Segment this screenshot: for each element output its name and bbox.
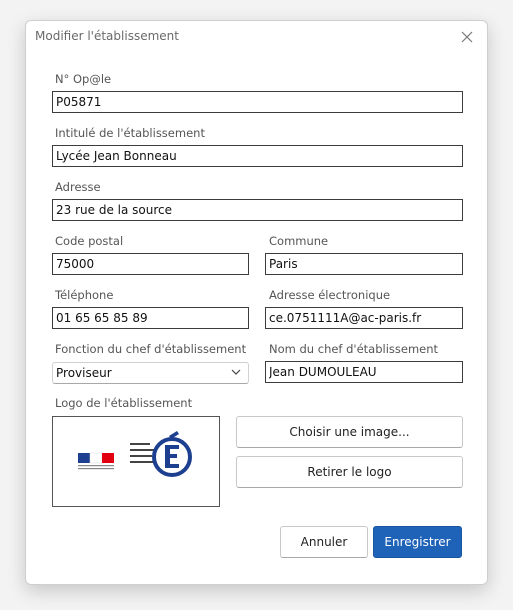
email-label: Adresse électronique — [269, 288, 391, 302]
chevron-down-icon — [231, 369, 241, 375]
city-label: Commune — [269, 234, 329, 248]
choose-image-button[interactable]: Choisir une image... — [236, 416, 463, 448]
dialog-titlebar: Modifier l'établissement — [26, 21, 487, 53]
edit-establishment-dialog: Modifier l'établissement N° Op@le Intitu… — [25, 20, 488, 585]
dialog-title: Modifier l'établissement — [35, 29, 179, 43]
close-icon[interactable] — [455, 25, 479, 49]
cancel-button[interactable]: Annuler — [280, 526, 368, 558]
postal-code-label: Code postal — [55, 234, 124, 248]
uai-input[interactable] — [52, 91, 463, 113]
save-button[interactable]: Enregistrer — [373, 526, 462, 558]
address-label: Adresse — [55, 180, 101, 194]
city-input[interactable] — [265, 253, 463, 275]
establishment-name-input[interactable] — [52, 145, 463, 167]
remove-logo-button[interactable]: Retirer le logo — [236, 456, 463, 488]
postal-code-input[interactable] — [52, 253, 249, 275]
phone-input[interactable] — [52, 307, 249, 329]
head-role-selected-value: Proviseur — [56, 366, 112, 380]
head-name-label: Nom du chef d'établissement — [269, 342, 439, 356]
address-input[interactable] — [52, 199, 463, 221]
logo-preview — [52, 416, 220, 507]
head-role-label: Fonction du chef d'établissement — [55, 342, 247, 356]
phone-label: Téléphone — [55, 288, 114, 302]
head-role-select[interactable]: Proviseur — [52, 362, 249, 384]
logo-label: Logo de l'établissement — [55, 396, 193, 410]
establishment-name-label: Intitulé de l'établissement — [55, 126, 205, 140]
uai-label: N° Op@le — [55, 72, 112, 86]
head-name-input[interactable] — [265, 361, 463, 383]
ministry-logo-image — [78, 431, 192, 477]
email-input[interactable] — [265, 307, 463, 329]
